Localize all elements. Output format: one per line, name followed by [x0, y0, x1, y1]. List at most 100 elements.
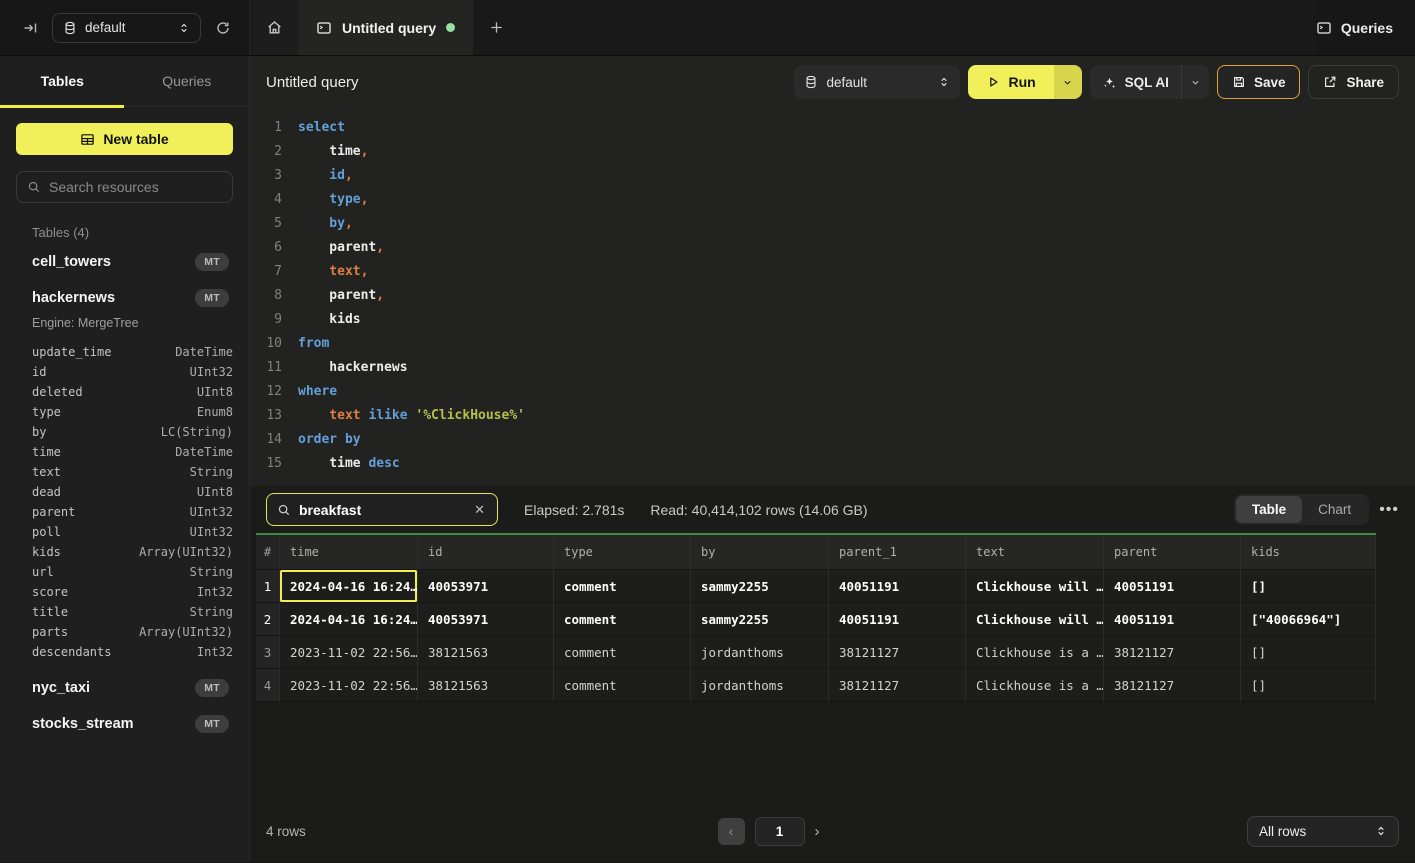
code-line[interactable]: 10from — [250, 332, 1415, 356]
code-line[interactable]: 3id, — [250, 164, 1415, 188]
table-cell[interactable]: 38121563 — [418, 669, 554, 702]
code-line[interactable]: 13text ilike '%ClickHouse%' — [250, 404, 1415, 428]
code-line[interactable]: 2time, — [250, 140, 1415, 164]
code-line[interactable]: 11hackernews — [250, 356, 1415, 380]
column-header[interactable]: by — [691, 535, 829, 570]
current-page-indicator[interactable]: 1 — [755, 817, 805, 846]
column-header[interactable]: id — [418, 535, 554, 570]
code-line[interactable]: 12where — [250, 380, 1415, 404]
database-selector[interactable]: default — [52, 13, 201, 43]
table-list-item[interactable]: nyc_taxiMT — [16, 670, 233, 706]
table-list-item[interactable]: stocks_streamMT — [16, 706, 233, 742]
table-list-item[interactable]: hackernewsMT — [16, 280, 233, 316]
table-cell[interactable]: sammy2255 — [691, 570, 829, 603]
view-toggle-table[interactable]: Table — [1236, 496, 1302, 523]
field-name: descendants — [32, 642, 111, 662]
table-cell[interactable]: 2024-04-16 16:24… — [280, 603, 418, 636]
run-options-button[interactable] — [1054, 65, 1082, 99]
refresh-button[interactable] — [211, 16, 235, 40]
table-cell[interactable]: 2024-04-16 16:24… — [280, 570, 418, 603]
clear-search-button[interactable]: ✕ — [472, 500, 487, 520]
table-cell[interactable]: Clickhouse will … — [966, 570, 1104, 603]
code-line[interactable]: 8parent, — [250, 284, 1415, 308]
table-cell[interactable]: comment — [554, 570, 691, 603]
previous-page-button[interactable]: ‹ — [718, 818, 745, 845]
sql-ai-options-button[interactable] — [1181, 65, 1209, 99]
table-cell[interactable]: 40051191 — [1104, 603, 1241, 636]
sql-editor[interactable]: 1select2time,3id,4type,5by,6parent,7text… — [250, 108, 1415, 486]
table-cell[interactable]: 40051191 — [829, 570, 966, 603]
code-token: , — [345, 168, 353, 183]
code-line[interactable]: 9kids — [250, 308, 1415, 332]
table-cell[interactable]: 38121127 — [829, 636, 966, 669]
table-cell[interactable]: 40051191 — [829, 603, 966, 636]
code-line[interactable]: 14order by — [250, 428, 1415, 452]
code-token: , — [376, 288, 384, 303]
sidebar-tab-queries[interactable]: Queries — [125, 56, 250, 106]
sql-ai-button[interactable]: SQL AI — [1090, 75, 1181, 90]
collapse-sidebar-button[interactable] — [18, 16, 42, 40]
code-line[interactable]: 15time desc — [250, 452, 1415, 476]
column-header[interactable]: # — [256, 535, 280, 570]
column-header[interactable]: text — [966, 535, 1104, 570]
home-tab-button[interactable] — [250, 0, 298, 55]
run-button[interactable]: Run — [968, 65, 1053, 99]
run-label: Run — [1008, 74, 1035, 90]
code-line[interactable]: 7text, — [250, 260, 1415, 284]
query-database-selector[interactable]: default — [794, 65, 960, 99]
table-cell[interactable]: Clickhouse is a … — [966, 669, 1104, 702]
code-line[interactable]: 4type, — [250, 188, 1415, 212]
table-cell[interactable]: [] — [1241, 636, 1376, 669]
table-cell[interactable]: 38121563 — [418, 636, 554, 669]
code-line[interactable]: 1select — [250, 116, 1415, 140]
field-row: timeDateTime — [32, 442, 233, 462]
table-cell[interactable]: [] — [1241, 669, 1376, 702]
table-cell[interactable]: 38121127 — [1104, 636, 1241, 669]
column-header[interactable]: time — [280, 535, 418, 570]
queries-button[interactable]: Queries — [1316, 20, 1393, 36]
save-button[interactable]: Save — [1217, 65, 1301, 99]
new-table-button[interactable]: New table — [16, 123, 233, 155]
table-cell[interactable]: comment — [554, 603, 691, 636]
sidebar-tab-tables[interactable]: Tables — [0, 56, 125, 106]
table-cell[interactable]: 2023-11-02 22:56… — [280, 669, 418, 702]
code-content: time, — [282, 140, 368, 164]
table-cell[interactable]: 40053971 — [418, 603, 554, 636]
view-toggle-chart[interactable]: Chart — [1302, 496, 1367, 523]
code-line[interactable]: 6parent, — [250, 236, 1415, 260]
row-index[interactable]: 2 — [256, 603, 280, 636]
table-cell[interactable]: comment — [554, 669, 691, 702]
code-line[interactable]: 5by, — [250, 212, 1415, 236]
column-header[interactable]: type — [554, 535, 691, 570]
sidebar-search-input[interactable] — [49, 179, 222, 195]
more-options-button[interactable]: ••• — [1379, 501, 1399, 519]
column-header[interactable]: parent — [1104, 535, 1241, 570]
row-index[interactable]: 3 — [256, 636, 280, 669]
table-cell[interactable]: 40051191 — [1104, 570, 1241, 603]
row-index[interactable]: 1 — [256, 570, 280, 603]
table-cell[interactable]: 38121127 — [829, 669, 966, 702]
topbar: default Untitled query — [0, 0, 1415, 56]
column-header[interactable]: kids — [1241, 535, 1376, 570]
table-cell[interactable]: comment — [554, 636, 691, 669]
code-content: type, — [282, 188, 368, 212]
column-header[interactable]: parent_1 — [829, 535, 966, 570]
table-list-item[interactable]: cell_towersMT — [16, 244, 233, 280]
row-index[interactable]: 4 — [256, 669, 280, 702]
share-button[interactable]: Share — [1308, 65, 1399, 99]
table-cell[interactable]: [] — [1241, 570, 1376, 603]
table-cell[interactable]: jordanthoms — [691, 636, 829, 669]
tab-untitled-query[interactable]: Untitled query — [298, 0, 473, 55]
table-cell[interactable]: ["40066964"] — [1241, 603, 1376, 636]
table-cell[interactable]: Clickhouse is a … — [966, 636, 1104, 669]
table-cell[interactable]: Clickhouse will … — [966, 603, 1104, 636]
table-cell[interactable]: 38121127 — [1104, 669, 1241, 702]
table-cell[interactable]: jordanthoms — [691, 669, 829, 702]
page-size-selector[interactable]: All rows — [1247, 816, 1399, 847]
table-cell[interactable]: 2023-11-02 22:56… — [280, 636, 418, 669]
table-cell[interactable]: 40053971 — [418, 570, 554, 603]
new-tab-button[interactable] — [473, 0, 519, 55]
table-cell[interactable]: sammy2255 — [691, 603, 829, 636]
results-search-input[interactable] — [299, 502, 464, 518]
next-page-button[interactable]: › — [815, 823, 820, 840]
